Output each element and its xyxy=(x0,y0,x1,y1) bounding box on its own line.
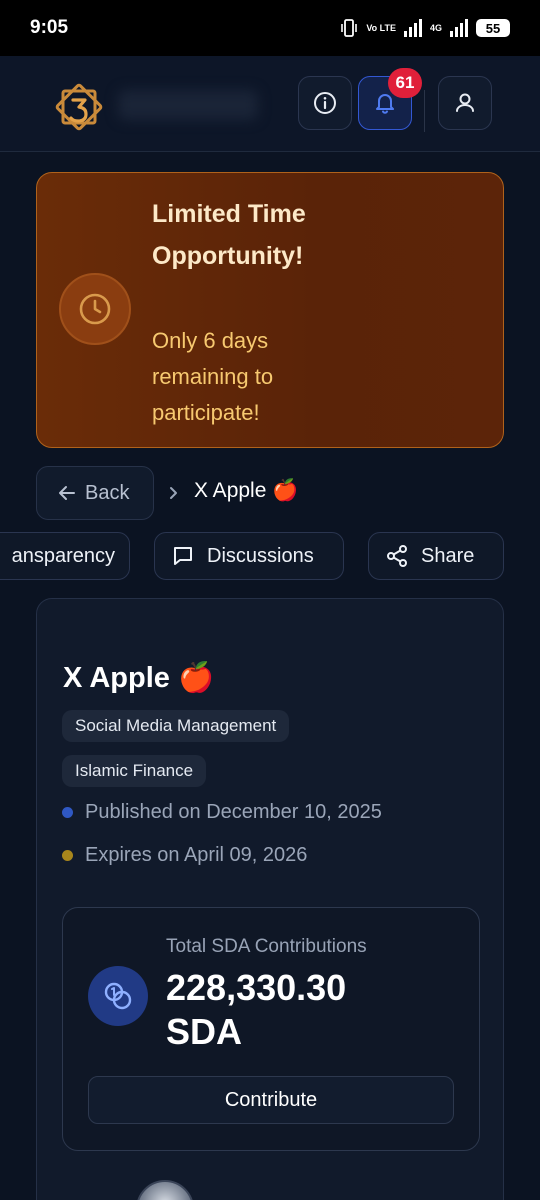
vibrate-icon xyxy=(341,19,358,37)
star-logo-icon[interactable] xyxy=(52,80,106,134)
contributions-label: Total SDA Contributions xyxy=(166,936,367,957)
share-button[interactable]: Share xyxy=(368,532,504,580)
banner-title: Limited Time Opportunity! xyxy=(152,200,306,270)
info-button[interactable] xyxy=(298,76,352,130)
info-icon xyxy=(314,92,336,114)
expires-text: Expires on April 09, 2026 xyxy=(85,844,308,866)
user-icon xyxy=(456,93,474,112)
share-label: Share xyxy=(421,544,475,567)
limited-time-banner: Limited Time Opportunity! Only 6 days re… xyxy=(36,172,504,448)
notification-count-badge: 61 xyxy=(388,68,422,98)
contribute-button[interactable]: Contribute xyxy=(88,1076,454,1124)
status-icons: Vo LTE 4G 55 xyxy=(340,18,510,38)
signal-icon-2 xyxy=(450,19,468,37)
brand-name-blurred xyxy=(118,90,258,120)
profile-button[interactable] xyxy=(438,76,492,130)
status-time: 9:05 xyxy=(30,17,69,38)
banner-subtitle: Only 6 days remaining to participate! xyxy=(152,328,274,425)
network-type-label: Vo LTE xyxy=(366,22,396,33)
expires-dot xyxy=(62,850,73,861)
category-tag: Social Media Management xyxy=(62,710,290,742)
status-bar: 9:05 Vo LTE 4G 55 xyxy=(0,0,540,56)
contributions-amount: 228,330.30 SDA xyxy=(166,967,347,1052)
share-icon xyxy=(387,545,407,567)
discussions-label: Discussions xyxy=(207,544,314,567)
expiry-date: Expires on April 09, 2026 xyxy=(62,844,307,867)
category-tag: Islamic Finance xyxy=(62,755,207,787)
transparency-label: ansparency xyxy=(11,544,115,567)
breadcrumb-current: X Apple 🍎 xyxy=(194,479,299,502)
contributions-panel: Total SDA Contributions 228,330.30 SDA C… xyxy=(62,907,480,1151)
project-title: X Apple 🍎 xyxy=(63,662,215,694)
chevron-right-icon xyxy=(170,487,177,499)
header-divider xyxy=(424,90,425,132)
clock-icon xyxy=(59,273,131,345)
network-4g-label: 4G xyxy=(429,22,442,33)
signal-icon xyxy=(403,19,422,37)
back-label: Back xyxy=(85,481,130,504)
arrow-left-icon xyxy=(59,486,75,500)
chat-bubble-icon xyxy=(174,547,192,565)
back-button[interactable]: Back xyxy=(36,466,154,520)
app-header: 61 xyxy=(0,56,540,152)
published-dot xyxy=(62,807,73,818)
published-date: Published on December 10, 2025 xyxy=(62,801,382,824)
transparency-button[interactable]: ansparency xyxy=(0,532,130,580)
battery-indicator: 55 xyxy=(476,19,510,37)
project-card: X Apple 🍎 Social Media Management Islami… xyxy=(36,598,504,1200)
coins-icon xyxy=(88,966,148,1026)
published-text: Published on December 10, 2025 xyxy=(85,801,382,823)
discussions-button[interactable]: Discussions xyxy=(154,532,344,580)
